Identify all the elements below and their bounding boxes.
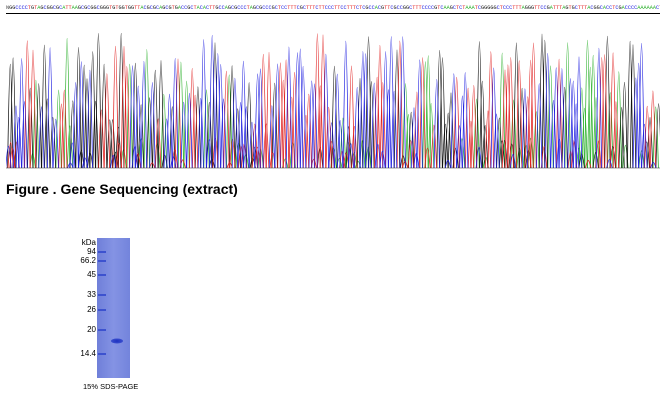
gel-caption: 15% SDS-PAGE [83,382,139,391]
marker-band [98,251,106,253]
gel-graphic [97,238,130,378]
sample-band [111,338,123,344]
gel-unit-label: kDa [81,238,96,247]
marker-band [98,329,106,331]
marker-label-26: 26 [87,305,96,314]
sds-page-gel [0,0,666,403]
marker-band [98,274,106,276]
gel-lane-background [97,238,130,378]
marker-band [98,294,106,296]
marker-label-33: 33 [87,290,96,299]
marker-label-94: 94 [87,247,96,256]
marker-band [98,353,106,355]
marker-label-14: 14.4 [80,349,96,358]
marker-band [98,260,106,262]
marker-label-45: 45 [87,270,96,279]
marker-label-20: 20 [87,325,96,334]
marker-band [98,309,106,311]
marker-label-66: 66.2 [80,256,96,265]
